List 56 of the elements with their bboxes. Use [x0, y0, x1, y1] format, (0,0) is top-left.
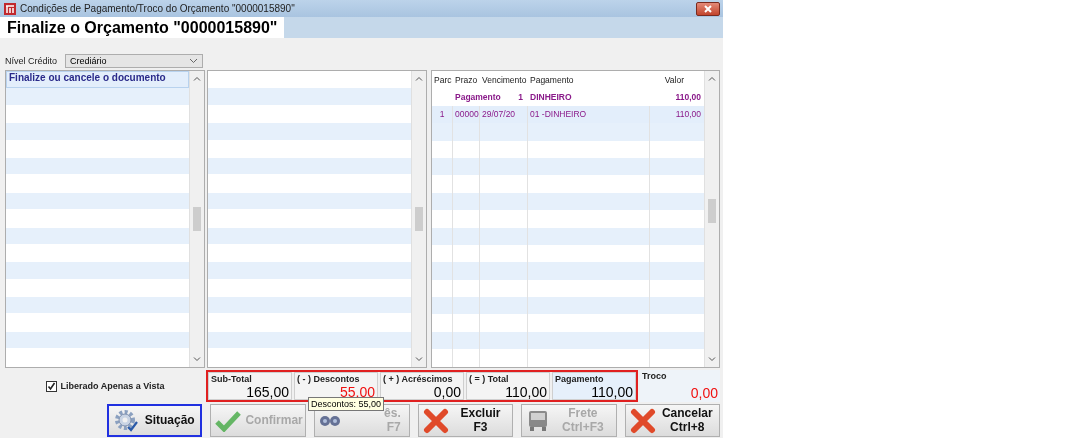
- total-label: Troco: [642, 371, 668, 381]
- field-label: Nível Crédito: [5, 55, 58, 66]
- scrollbar[interactable]: [411, 71, 426, 367]
- chevron-down-icon[interactable]: [708, 357, 716, 362]
- group-row[interactable]: Pagamento 1 DINHEIRO 110,00: [432, 88, 704, 106]
- table-cell: 1: [518, 92, 523, 103]
- chevron-down-icon[interactable]: [193, 357, 201, 362]
- close-icon: [703, 4, 713, 13]
- scrollbar-thumb[interactable]: [193, 207, 201, 231]
- binoculars-icon: [319, 414, 342, 427]
- chevron-down-icon[interactable]: [415, 357, 423, 362]
- total-value: 0,00: [689, 385, 718, 401]
- action-button[interactable]: Excluir F3: [417, 404, 514, 437]
- total-value: 55,00: [338, 384, 375, 400]
- table-cell: Pagamento: [455, 92, 501, 103]
- cross-icon: [422, 407, 449, 434]
- window-title: Condições de Pagamento/Troco do Orçamento "0000015890": [20, 3, 296, 14]
- column-header[interactable]: Valor: [650, 71, 704, 89]
- total-label: Sub-Total: [211, 374, 253, 384]
- page-heading: Finalize o Orçamento "0000015890": [0, 17, 285, 38]
- checkmark-icon: [215, 409, 242, 432]
- action-button[interactable]: Situação: [107, 404, 203, 437]
- checkbox[interactable]: [46, 380, 58, 392]
- total-label: ( + ) Acréscimos: [383, 374, 454, 384]
- chevron-down-icon: [189, 57, 199, 64]
- column-header[interactable]: Parc: [432, 71, 453, 89]
- checkbox-label: Liberado Apenas a Vista: [60, 381, 165, 391]
- close-button[interactable]: [696, 1, 720, 16]
- gear-icon: [113, 407, 139, 434]
- total-label: ( - ) Descontos: [297, 374, 361, 384]
- column-header[interactable]: Pagamento: [528, 71, 650, 89]
- chevron-up-icon[interactable]: [415, 76, 423, 81]
- scrollbar-thumb[interactable]: [415, 207, 423, 231]
- scrollbar[interactable]: [189, 71, 204, 367]
- total-label: Pagamento: [555, 374, 605, 384]
- table-cell-text: 110,00: [674, 108, 702, 122]
- message-item[interactable]: Finalize ou cancele o documento: [6, 71, 189, 89]
- app-logo-icon: [4, 2, 16, 15]
- scrollbar-thumb[interactable]: [708, 199, 716, 223]
- chevron-up-icon[interactable]: [708, 76, 716, 81]
- total-value: 0,00: [432, 384, 461, 400]
- chevron-up-icon[interactable]: [193, 76, 201, 81]
- total-value: 110,00: [590, 384, 633, 400]
- column-header[interactable]: Vencimento: [480, 71, 528, 89]
- total-label: ( = ) Total: [469, 374, 510, 384]
- table-cell-text: 110,00: [674, 91, 702, 105]
- scrollbar[interactable]: [704, 71, 719, 367]
- action-button[interactable]: Cancelar Ctrl+8: [624, 404, 720, 437]
- total-value: 110,00: [504, 384, 547, 400]
- table-cell-text: DINHEIRO: [529, 91, 573, 105]
- total-value: 165,00: [245, 384, 289, 400]
- table-row[interactable]: 1 00000 29/07/20 01 -DINHEIRO 110,00: [432, 105, 704, 124]
- column-header[interactable]: Prazo: [453, 71, 480, 89]
- cross-icon: [629, 407, 656, 434]
- credit-level-dropdown[interactable]: Crediário: [65, 53, 204, 68]
- tooltip: Descontos: 55,00: [308, 397, 385, 411]
